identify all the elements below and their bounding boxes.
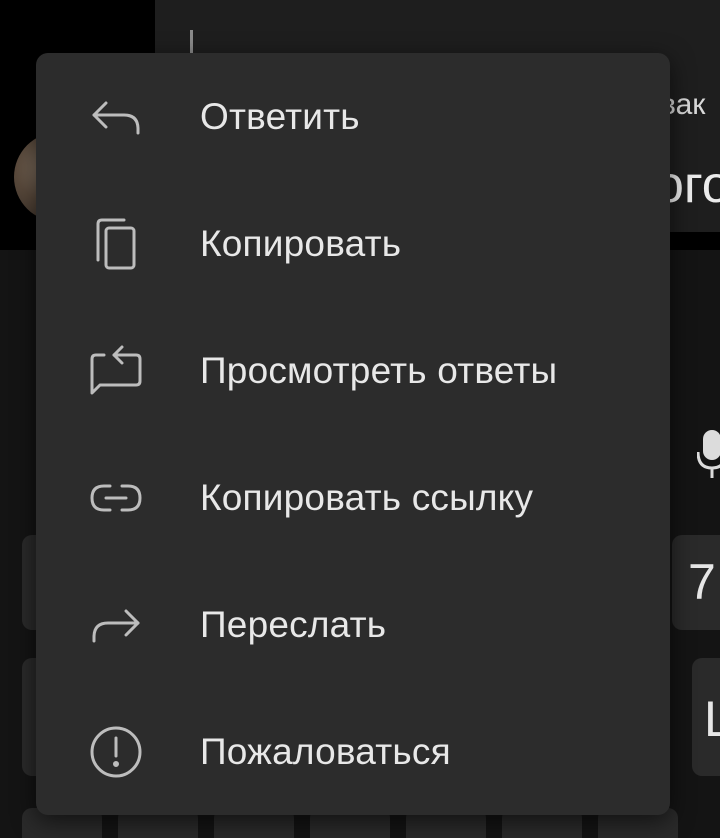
menu-item-copy[interactable]: Копировать [36,180,670,307]
forward-icon [86,595,146,655]
keyboard-key-label: Ц [704,690,720,748]
menu-item-label: Переслать [200,603,387,645]
link-icon [86,468,146,528]
view-replies-icon [86,341,146,401]
menu-item-forward[interactable]: Переслать [36,561,670,688]
copy-icon [86,214,146,274]
menu-item-label: Ответить [200,95,360,137]
menu-item-label: Копировать ссылку [200,476,534,518]
keyboard-key-label: 7 [688,554,716,610]
menu-item-view-replies[interactable]: Просмотреть ответы [36,307,670,434]
menu-item-label: Просмотреть ответы [200,349,558,391]
menu-item-report[interactable]: Пожаловаться [36,688,670,815]
microphone-icon[interactable] [697,430,720,478]
message-context-menu: Ответить Копировать Просмотреть ответы К… [36,53,670,815]
menu-item-label: Копировать [200,222,402,264]
report-icon [86,722,146,782]
menu-item-label: Пожаловаться [200,730,451,772]
menu-item-copy-link[interactable]: Копировать ссылку [36,434,670,561]
reply-icon [86,87,146,147]
menu-item-reply[interactable]: Ответить [36,53,670,180]
screen: вак ого 7 Ц Ответить [0,0,720,838]
